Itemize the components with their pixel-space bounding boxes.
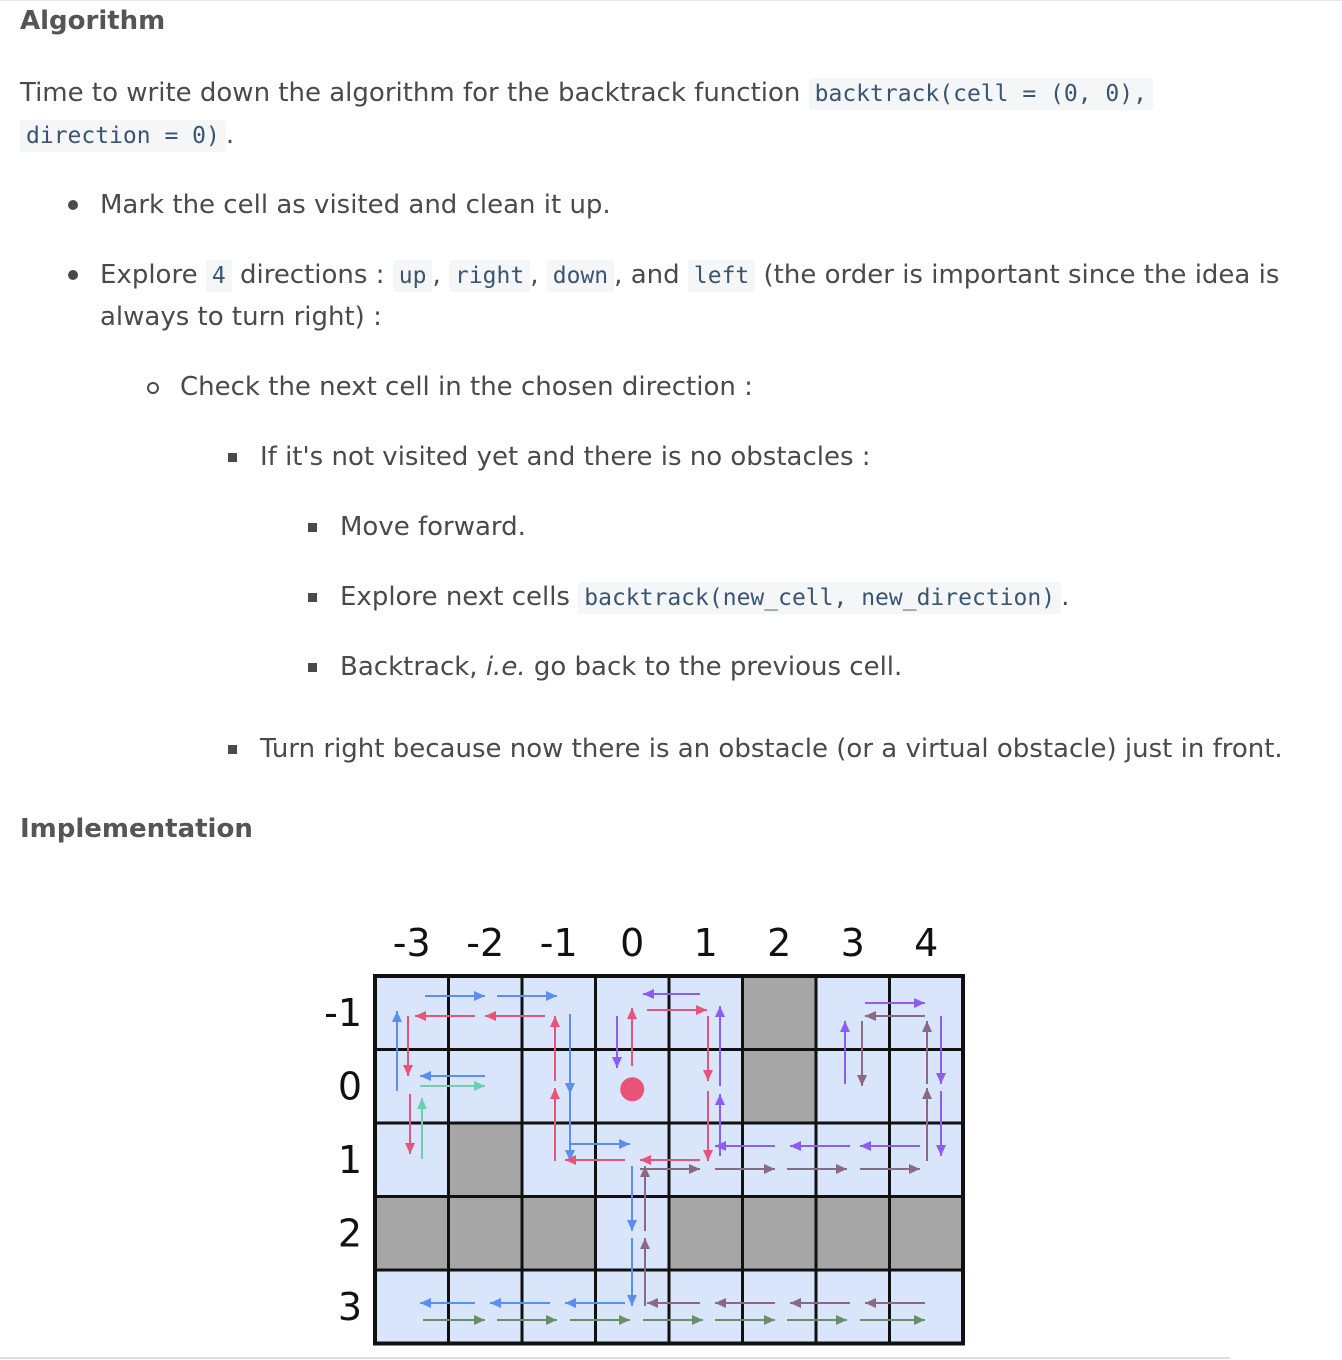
sub-explore-next: Explore next cells backtrack(new_cell, n… bbox=[340, 576, 1069, 619]
explore-next-end: . bbox=[1061, 582, 1070, 612]
bullet-mark-visited: Mark the cell as visited and clean it up… bbox=[100, 190, 611, 220]
comma: , bbox=[530, 260, 539, 290]
col-label: 2 bbox=[767, 921, 791, 965]
robot-path-grid-diagram: -3 -2 -1 0 1 2 3 4 -1 0 1 2 3 bbox=[324, 921, 965, 1346]
bullet-explore-line-1: Explore 4 directions : up, right, down, … bbox=[100, 254, 1279, 297]
intro-paragraph-line-1: Time to write down the algorithm for the… bbox=[20, 72, 1153, 115]
obstacle-cell bbox=[667, 1195, 744, 1272]
col-label: -3 bbox=[393, 921, 431, 965]
free-cell bbox=[741, 1268, 818, 1345]
col-label: -2 bbox=[466, 921, 504, 965]
sub-not-visited: If it's not visited yet and there is no … bbox=[260, 442, 871, 472]
bullet-square bbox=[228, 745, 237, 754]
backtrack-pre: Backtrack, bbox=[340, 652, 478, 682]
dir-up: up bbox=[392, 260, 433, 292]
col-label: 0 bbox=[620, 921, 644, 965]
explore-next-code: backtrack(new_cell, new_direction) bbox=[578, 582, 1062, 614]
free-cell bbox=[814, 974, 891, 1051]
obstacle-cell bbox=[447, 1195, 524, 1272]
bottom-divider bbox=[0, 1357, 1230, 1359]
sub-check-next-cell: Check the next cell in the chosen direct… bbox=[180, 372, 753, 402]
implementation-heading: Implementation bbox=[20, 814, 253, 844]
row-label: 2 bbox=[338, 1211, 362, 1255]
obstacle-cell bbox=[814, 1195, 891, 1272]
free-cell bbox=[741, 1121, 818, 1198]
explore-count: 4 bbox=[205, 260, 232, 292]
bullet-circle bbox=[147, 382, 159, 394]
obstacle-cell bbox=[520, 1195, 597, 1272]
free-cell bbox=[520, 974, 597, 1051]
bullet-explore-line-2: always to turn right) : bbox=[100, 302, 382, 332]
col-label: 3 bbox=[841, 921, 865, 965]
free-cell bbox=[373, 974, 450, 1051]
col-label: 4 bbox=[914, 921, 938, 965]
bullet-square bbox=[308, 523, 317, 532]
dir-down: down bbox=[546, 260, 615, 292]
free-cell bbox=[447, 974, 524, 1051]
sub-backtrack: Backtrack, i.e. go back to the previous … bbox=[340, 646, 902, 688]
free-cell bbox=[373, 1121, 450, 1198]
free-cell bbox=[814, 1048, 891, 1125]
explore-next-text: Explore next cells bbox=[340, 582, 570, 612]
free-cell bbox=[520, 1268, 597, 1345]
row-label: 0 bbox=[338, 1064, 362, 1108]
dir-left: left bbox=[687, 260, 756, 292]
backtrack-post: go back to the previous cell. bbox=[533, 652, 903, 682]
row-label: -1 bbox=[324, 991, 362, 1035]
bullet-disc bbox=[68, 200, 78, 210]
comma: , bbox=[432, 260, 441, 290]
col-label: -1 bbox=[540, 921, 578, 965]
bullet-square bbox=[228, 453, 237, 462]
top-divider bbox=[0, 0, 1342, 1]
explore-mid: directions : bbox=[239, 260, 385, 290]
obstacle-cell bbox=[741, 1195, 818, 1272]
free-cell bbox=[667, 974, 744, 1051]
free-cell bbox=[373, 1268, 450, 1345]
free-cell bbox=[520, 1048, 597, 1125]
intro-text: Time to write down the algorithm for the… bbox=[20, 78, 801, 108]
intro-code-1: backtrack(cell = (0, 0), bbox=[808, 78, 1153, 110]
free-cell bbox=[667, 1048, 744, 1125]
obstacle-cell bbox=[373, 1195, 450, 1272]
row-label: 3 bbox=[338, 1285, 362, 1329]
obstacle-cell bbox=[741, 1048, 818, 1125]
free-cell bbox=[814, 1268, 891, 1345]
free-cell bbox=[447, 1268, 524, 1345]
col-label: 1 bbox=[694, 921, 718, 965]
obstacle-cell bbox=[447, 1121, 524, 1198]
free-cell bbox=[888, 1268, 965, 1345]
sub-move-forward: Move forward. bbox=[340, 512, 526, 542]
free-cell bbox=[667, 1268, 744, 1345]
dir-right: right bbox=[448, 260, 531, 292]
backtrack-ie: i.e. bbox=[485, 652, 526, 682]
obstacle-cell bbox=[741, 974, 818, 1051]
intro-code-2: direction = 0) bbox=[20, 120, 226, 152]
algorithm-heading: Algorithm bbox=[20, 6, 166, 36]
obstacle-cell bbox=[888, 1195, 965, 1272]
bullet-square bbox=[308, 593, 317, 602]
comma: , bbox=[614, 260, 623, 290]
explore-tail-1: (the order is important since the idea i… bbox=[763, 260, 1280, 290]
start-position-dot bbox=[620, 1077, 645, 1102]
explore-prefix: Explore bbox=[100, 260, 198, 290]
sub-turn-right: Turn right because now there is an obsta… bbox=[260, 734, 1283, 764]
free-cell bbox=[814, 1121, 891, 1198]
bullet-disc bbox=[68, 270, 78, 280]
bullet-square bbox=[308, 663, 317, 672]
intro-end: . bbox=[225, 120, 235, 150]
row-label: 1 bbox=[338, 1138, 362, 1182]
and-word: and bbox=[630, 260, 680, 290]
intro-paragraph-line-2: direction = 0). bbox=[20, 114, 234, 157]
